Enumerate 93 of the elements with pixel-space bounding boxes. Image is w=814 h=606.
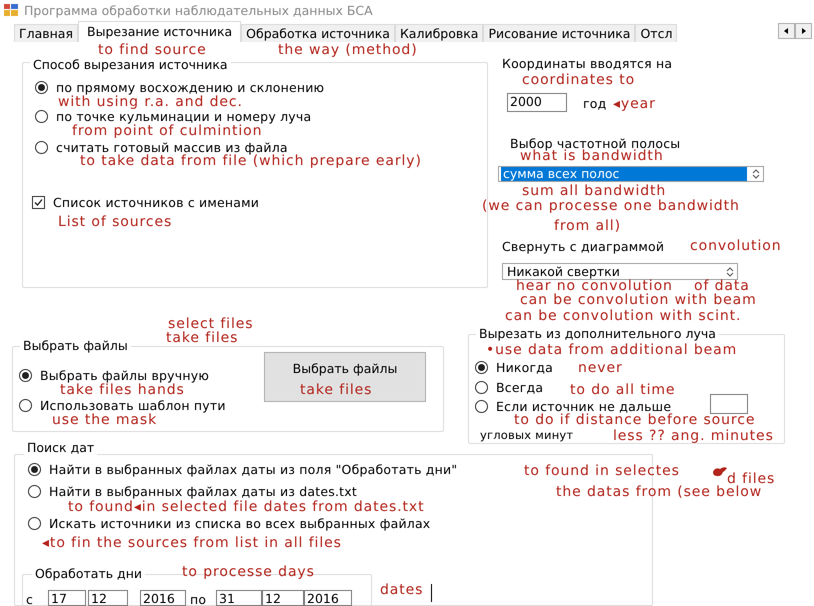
field-label: Координаты вводятся на — [502, 56, 672, 71]
radio-button[interactable] — [19, 369, 32, 382]
app-icon — [4, 4, 18, 16]
radio-button[interactable] — [28, 463, 41, 476]
annotation-text: to found◂in selected file dates from dates.txt — [68, 500, 425, 514]
annotation-text: take files — [166, 331, 238, 345]
annotation-text: (we can processe one bandwidth — [482, 199, 740, 213]
group-label: Способ вырезания источника — [30, 57, 231, 73]
radio-label: по точке кульминации и номеру луча — [56, 109, 312, 124]
date-field[interactable]: 12 — [88, 590, 128, 606]
convolution-spinner[interactable]: Никакой свертки — [502, 263, 738, 280]
annotation-text: of data — [694, 279, 750, 293]
radio-button[interactable] — [475, 400, 488, 413]
group-label: Обработать дни — [32, 566, 146, 582]
field-label: с — [26, 592, 34, 606]
radio-label: Всегда — [496, 380, 544, 395]
text-cursor — [431, 584, 432, 602]
tab[interactable]: Обработка источника — [241, 24, 395, 42]
date-field[interactable]: 2016 — [140, 590, 186, 606]
annotation-text: to do all time — [570, 383, 676, 397]
radio-label: Найти в выбранных файлах даты из dates.txt — [49, 484, 357, 499]
unit-label: угловых минут — [480, 428, 574, 443]
field-label: Свернуть с диаграммой — [502, 239, 664, 254]
radio-label: Выбрать файлы вручную — [40, 368, 210, 383]
radio-button[interactable] — [35, 81, 48, 94]
annotation-text: d files — [727, 472, 776, 486]
checkbox[interactable] — [32, 196, 45, 209]
annotation-text: never — [578, 361, 623, 375]
distance-field[interactable] — [710, 394, 748, 414]
radio-button[interactable] — [28, 517, 41, 530]
annotation-text: List of sources — [58, 215, 172, 229]
scroll-left-icon[interactable] — [778, 23, 795, 39]
annotation-text: with using r.a. and dec. — [58, 95, 243, 109]
radio-button[interactable] — [475, 361, 488, 374]
group-label: Вырезать из дополнительного луча — [476, 326, 719, 342]
annotation-text: use the mask — [52, 413, 158, 427]
annotation-text: the way (method) — [278, 43, 418, 57]
checkbox-label: Список источников с именами — [53, 195, 260, 210]
date-field[interactable]: 12 — [262, 590, 304, 606]
annotation-text: take files — [300, 383, 372, 397]
radio-label: Использовать шаблон пути — [40, 398, 226, 413]
annotation-text: can be convolution with beam — [520, 293, 757, 307]
annotation-text: sum all bandwidth — [522, 184, 666, 198]
radio-button[interactable] — [28, 485, 41, 498]
annotation-text: take files hands — [60, 383, 185, 397]
annotation-text: convolution — [690, 239, 782, 253]
annotation-text: to do if distance before source — [514, 413, 756, 427]
annotation-text: the datas from (see below — [556, 485, 762, 499]
annotation-text: dates — [380, 583, 424, 597]
annotation-text: to processe days — [182, 565, 315, 579]
group-label: Выбрать файлы — [20, 338, 131, 354]
group-label: Поиск дат — [24, 440, 98, 456]
annotation-text: •use data from additional beam — [486, 343, 738, 357]
window-title: Программа обработки наблюдательных данных БСА — [24, 2, 373, 18]
radio-label: Найти в выбранных файлах даты из поля "Обработать дни" — [49, 462, 458, 477]
tab[interactable]: Отсл — [635, 24, 678, 42]
date-field[interactable]: 31 — [216, 590, 262, 606]
annotation-text: select files — [168, 317, 254, 331]
tab[interactable]: Калибровка — [394, 24, 484, 42]
radio-button[interactable] — [475, 381, 488, 394]
radio-label: Искать источники из списка во всех выбранных файлах — [49, 516, 430, 531]
annotation-text: from all) — [554, 219, 621, 233]
spin-icon[interactable] — [725, 266, 735, 278]
tab[interactable]: Рисование источника — [483, 24, 636, 42]
annotation-text: from point of culmintion — [72, 124, 262, 138]
annotation-text: to take data from file (which prepare early) — [80, 154, 422, 168]
radio-label: считать готовый массив из файла — [56, 140, 288, 155]
annotation-text: to found in selectes — [524, 464, 680, 478]
annotation-text: can be convolution with scint. — [505, 309, 742, 323]
band-spinner[interactable]: сумма всех полос — [498, 166, 764, 182]
annotation-text: less ?? ang. minutes — [613, 429, 774, 443]
date-field[interactable]: 17 — [48, 590, 86, 606]
radio-button[interactable] — [19, 399, 32, 412]
scroll-right-icon[interactable] — [795, 23, 812, 39]
radio-button[interactable] — [35, 141, 48, 154]
radio-label: Никогда — [496, 360, 553, 375]
radio-button[interactable] — [35, 110, 48, 123]
annotation-text: coordinates to — [522, 73, 636, 87]
annotation-text: ◂to fin the sources from list in all files — [42, 536, 342, 550]
radio-label: Если источник не дальше — [496, 399, 672, 414]
radio-label: по прямому восхождению и склонению — [56, 80, 324, 95]
tab[interactable]: Вырезание источника — [78, 21, 242, 42]
spin-icon[interactable] — [751, 168, 761, 180]
year-field[interactable]: 2000 — [507, 93, 567, 112]
ink-blot-icon — [712, 466, 728, 478]
annotation-text: hear no convolution — [516, 279, 673, 293]
tab[interactable]: Главная — [14, 24, 78, 42]
field-label: по — [190, 592, 206, 606]
date-field[interactable]: 2016 — [304, 590, 352, 606]
annotation-text: ◂year — [613, 97, 656, 111]
unit-label: год — [583, 96, 606, 111]
annotation-text: what is bandwidth — [520, 149, 664, 163]
annotation-text: to find source — [98, 43, 207, 57]
